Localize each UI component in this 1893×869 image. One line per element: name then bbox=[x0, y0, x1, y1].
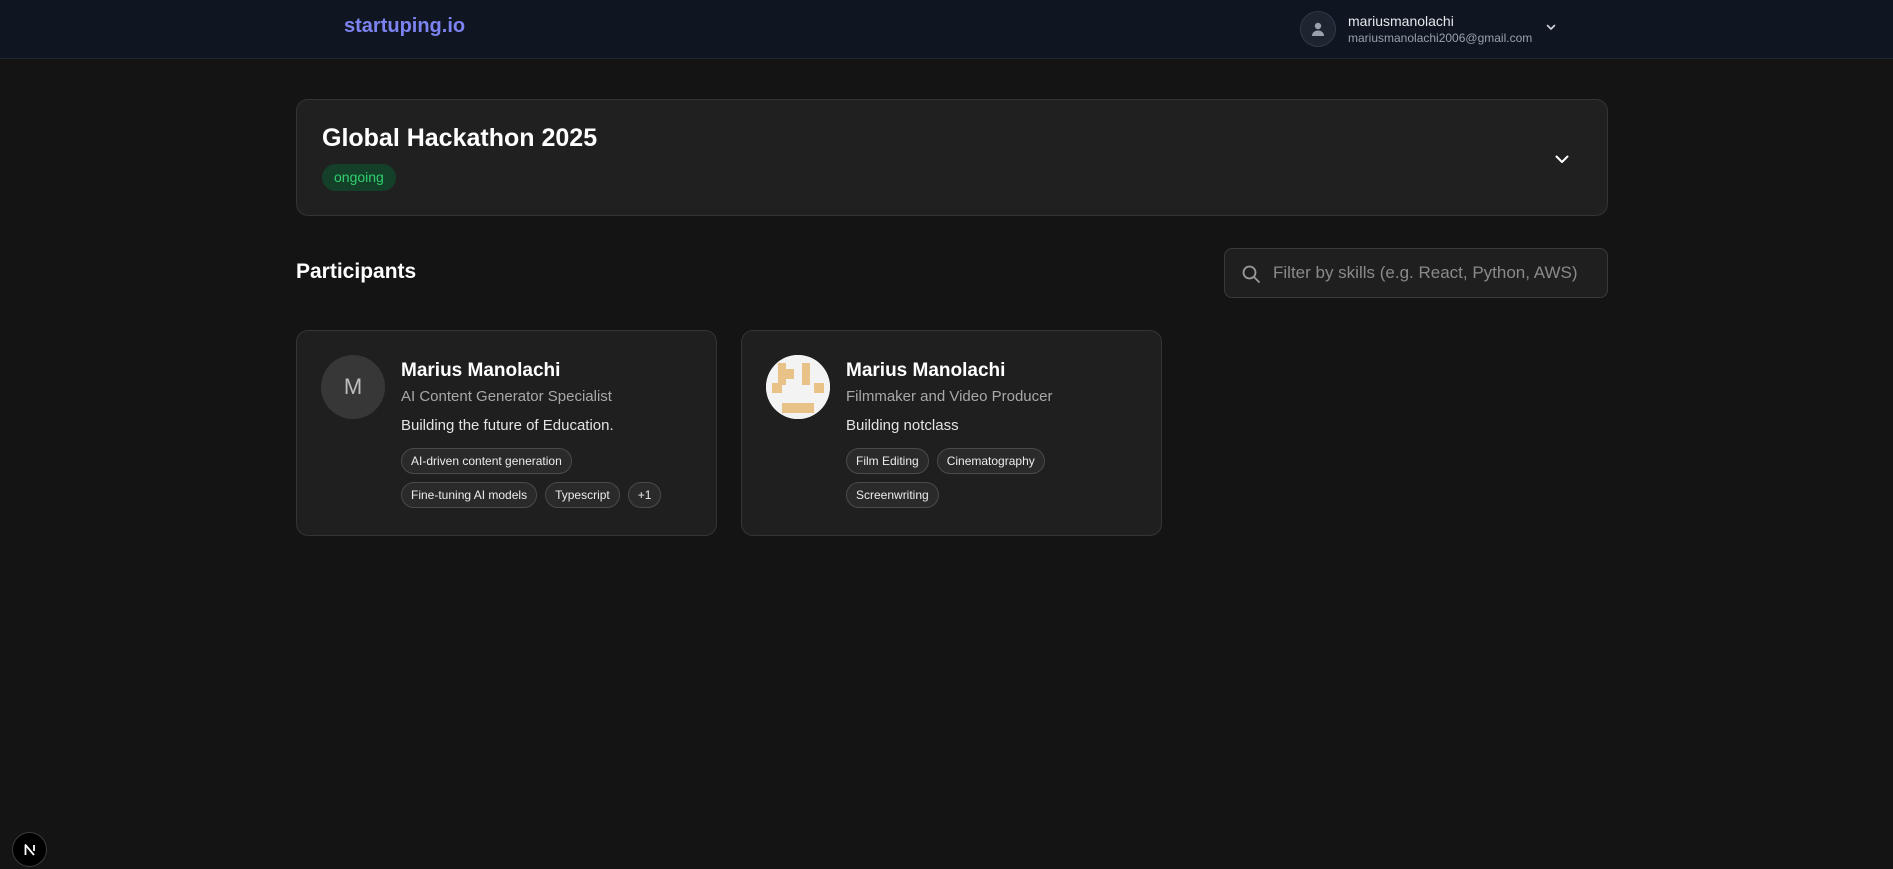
skills-search-box[interactable] bbox=[1224, 248, 1608, 298]
user-email: mariusmanolachi2006@gmail.com bbox=[1348, 31, 1533, 45]
skill-tag: AI-driven content generation bbox=[401, 448, 572, 474]
participant-card[interactable]: Marius Manolachi Filmmaker and Video Pro… bbox=[741, 330, 1162, 536]
avatar: M bbox=[321, 355, 385, 419]
participant-project: Building the future of Education. bbox=[401, 417, 614, 434]
participant-project: Building notclass bbox=[846, 417, 959, 434]
participant-info: Marius Manolachi AI Content Generator Sp… bbox=[401, 359, 701, 516]
nextjs-icon bbox=[24, 843, 35, 856]
pixel-avatar-image bbox=[766, 355, 830, 419]
participant-role: AI Content Generator Specialist bbox=[401, 388, 612, 405]
skills-list: AI-driven content generation Fine-tuning… bbox=[401, 448, 691, 516]
hackathon-card[interactable]: Global Hackathon 2025 ongoing bbox=[296, 99, 1608, 216]
user-avatar[interactable] bbox=[1300, 11, 1336, 47]
search-icon bbox=[1242, 265, 1260, 283]
hackathon-title: Global Hackathon 2025 bbox=[322, 124, 598, 152]
user-username: mariusmanolachi bbox=[1348, 13, 1454, 29]
skill-tag: Cinematography bbox=[936, 448, 1045, 474]
nextjs-dev-badge[interactable] bbox=[12, 832, 47, 867]
avatar-initial: M bbox=[343, 374, 363, 399]
more-skills-tag[interactable]: +1 bbox=[627, 482, 662, 508]
skill-tag: Typescript bbox=[545, 482, 620, 508]
brand-logo[interactable]: startuping.io bbox=[344, 15, 465, 38]
participant-name: Marius Manolachi bbox=[401, 360, 561, 381]
skill-tag: Film Editing bbox=[846, 448, 929, 474]
participant-role: Filmmaker and Video Producer bbox=[846, 388, 1053, 405]
skills-list: Film Editing Cinematography Screenwritin… bbox=[846, 448, 1136, 516]
participants-heading: Participants bbox=[296, 260, 417, 283]
user-icon bbox=[1312, 22, 1324, 36]
participant-name: Marius Manolachi bbox=[846, 360, 1006, 381]
top-navigation-bar: startuping.io mariusmanolachi mariusmano… bbox=[0, 0, 1893, 59]
status-badge: ongoing bbox=[322, 164, 396, 191]
participant-card[interactable]: M Marius Manolachi AI Content Generator … bbox=[296, 330, 717, 536]
skill-tag: Fine-tuning AI models bbox=[401, 482, 538, 508]
skills-search-input[interactable] bbox=[1273, 249, 1593, 297]
user-details: mariusmanolachi mariusmanolachi2006@gmai… bbox=[1348, 12, 1532, 46]
chevron-down-icon[interactable] bbox=[1553, 150, 1571, 168]
chevron-down-icon[interactable] bbox=[1545, 21, 1557, 33]
skill-tag: Screenwriting bbox=[846, 482, 939, 508]
participant-info: Marius Manolachi Filmmaker and Video Pro… bbox=[846, 359, 1146, 516]
avatar bbox=[766, 355, 830, 419]
user-menu[interactable]: mariusmanolachi mariusmanolachi2006@gmai… bbox=[1300, 7, 1570, 51]
